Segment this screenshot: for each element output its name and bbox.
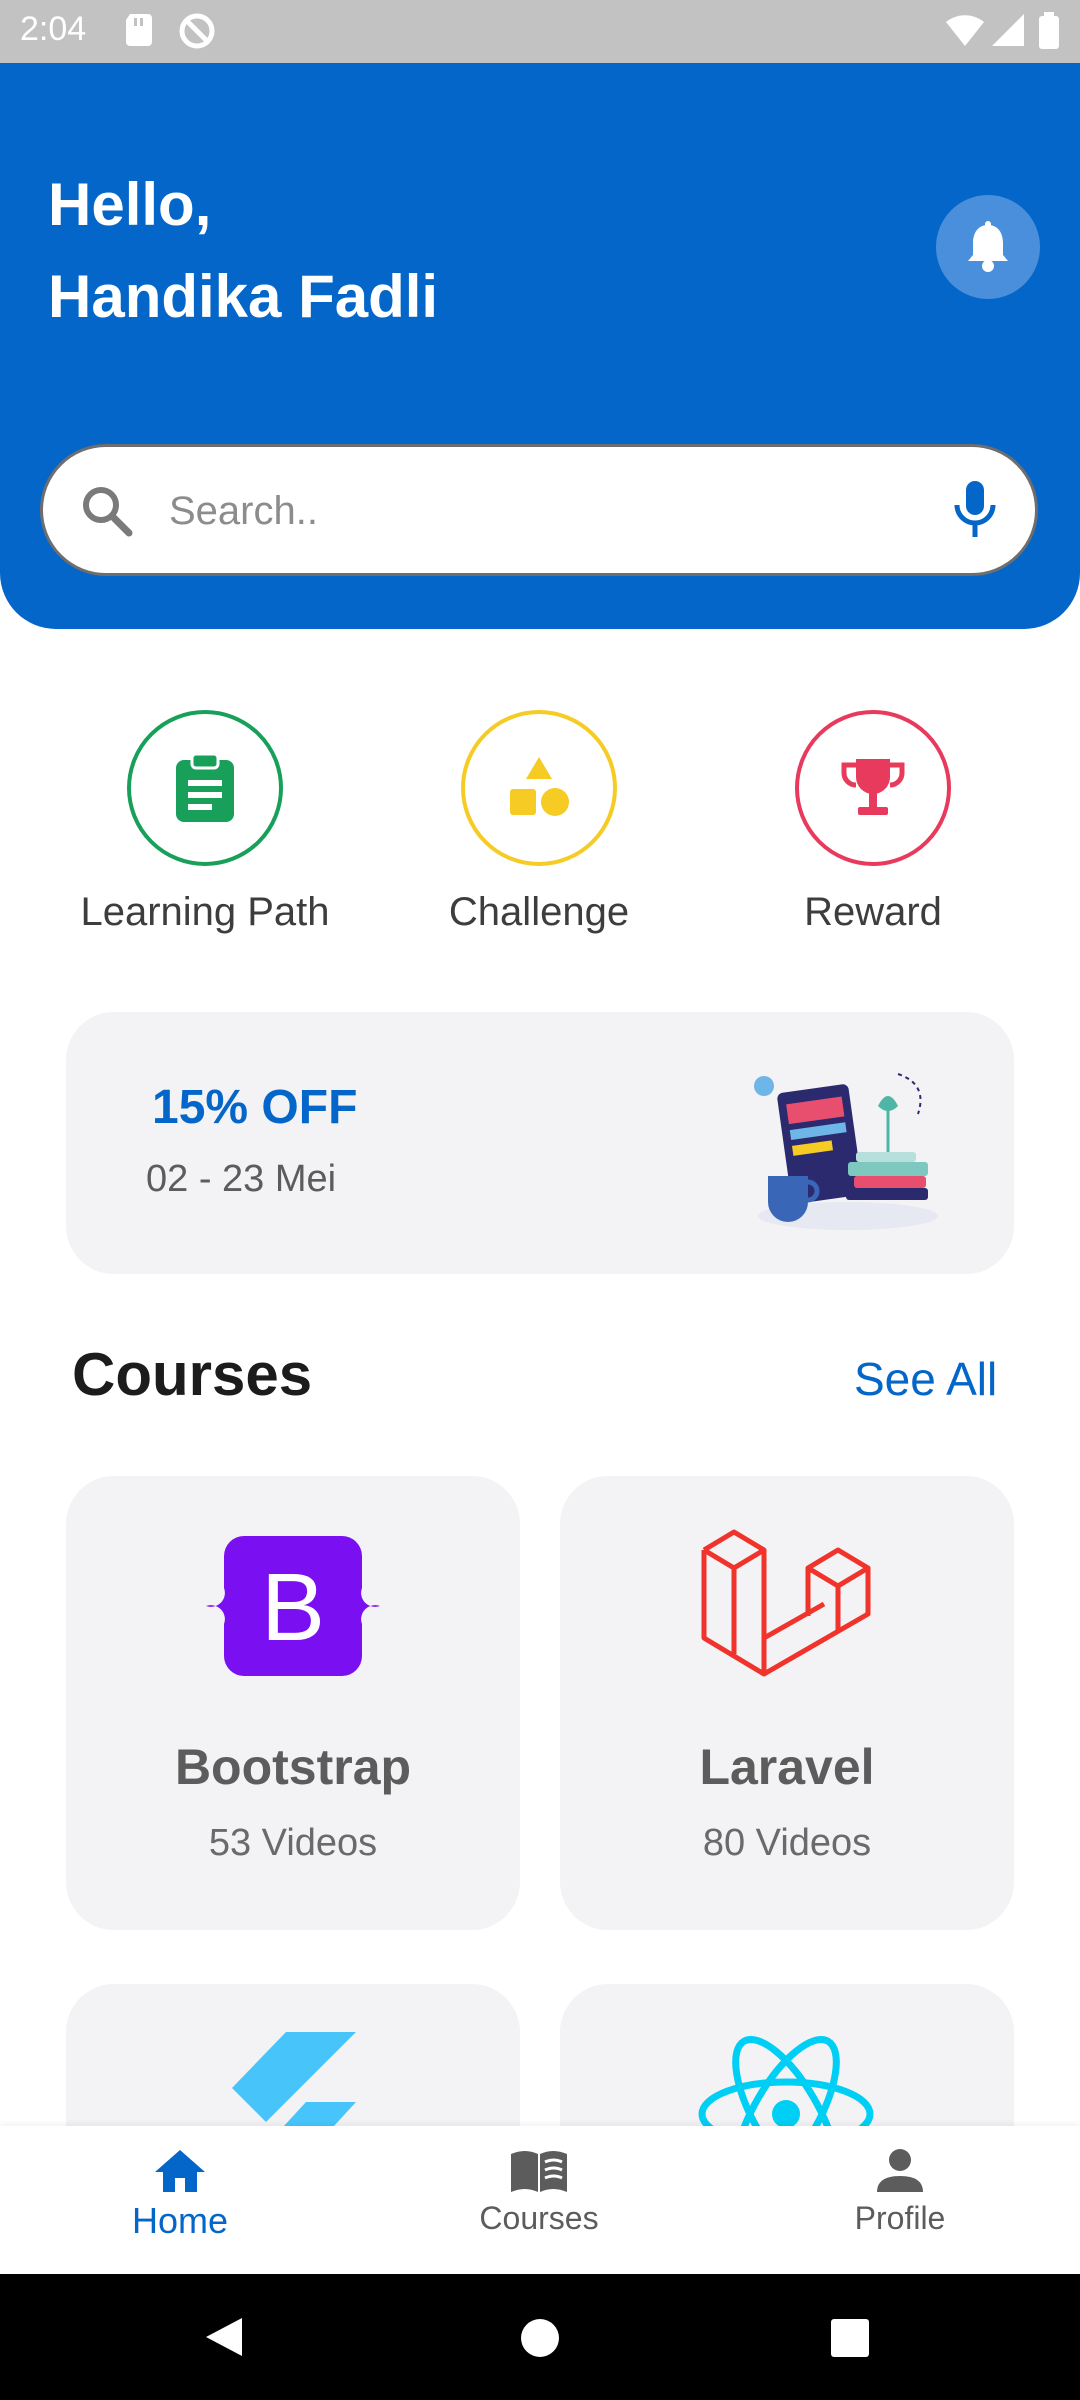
- course-card-bootstrap[interactable]: B Bootstrap 53 Videos: [66, 1476, 520, 1930]
- nav-home[interactable]: Home: [70, 2148, 290, 2268]
- recents-icon[interactable]: [830, 2318, 870, 2358]
- learning-path-button[interactable]: [127, 710, 283, 866]
- user-name: Handika Fadli: [48, 263, 439, 330]
- search-bar[interactable]: [40, 444, 1038, 576]
- flutter-logo-icon: [232, 2032, 356, 2126]
- course-video-count: 53 Videos: [208, 1822, 378, 1864]
- nav-courses-label: Courses: [479, 2200, 599, 2236]
- status-time: 2:04: [20, 10, 87, 48]
- promo-date: 02 - 23 Mei: [146, 1158, 337, 1200]
- search-icon: [83, 487, 133, 537]
- signal-icon: [992, 14, 1024, 46]
- course-card-flutter[interactable]: [66, 1984, 520, 2126]
- bell-icon: [968, 221, 1008, 272]
- home-circle-icon[interactable]: [520, 2318, 560, 2358]
- nav-profile[interactable]: Profile: [790, 2148, 1010, 2268]
- nav-profile-label: Profile: [854, 2200, 946, 2236]
- greeting-line1: Hello,: [48, 171, 212, 238]
- course-video-count: 80 Videos: [702, 1822, 872, 1864]
- nav-home-label: Home: [131, 2200, 229, 2241]
- learning-path-label: Learning Path: [80, 890, 330, 934]
- microphone-icon[interactable]: [951, 479, 999, 541]
- laravel-logo-icon: [701, 1529, 871, 1677]
- clipboard-icon: [176, 752, 234, 822]
- search-input[interactable]: [167, 477, 951, 545]
- person-icon: [877, 2149, 923, 2192]
- react-logo-icon: [698, 2036, 874, 2126]
- wifi-icon: [946, 15, 984, 47]
- status-bar: 2:04: [0, 0, 1080, 63]
- challenge-label: Challenge: [448, 890, 630, 934]
- nav-courses[interactable]: Courses: [429, 2148, 649, 2268]
- shapes-icon: [510, 757, 569, 816]
- reward-button[interactable]: [795, 710, 951, 866]
- system-navigation-bar: [0, 2274, 1080, 2400]
- reward-label: Reward: [804, 890, 942, 934]
- promo-title: 15% OFF: [152, 1081, 358, 1134]
- data-saver-icon: [179, 13, 215, 49]
- home-icon: [155, 2150, 205, 2192]
- challenge-button[interactable]: [461, 710, 617, 866]
- sd-card-icon: [126, 14, 152, 46]
- notification-button[interactable]: [936, 195, 1040, 299]
- see-all-link[interactable]: See All: [854, 1352, 997, 1406]
- svg-text:B: B: [261, 1554, 325, 1661]
- book-icon: [511, 2151, 567, 2192]
- course-card-react[interactable]: [560, 1984, 1014, 2126]
- course-title: Laravel: [699, 1739, 875, 1795]
- bootstrap-logo-icon: B: [206, 1536, 380, 1676]
- trophy-icon: [841, 759, 905, 815]
- course-title: Bootstrap: [174, 1739, 412, 1795]
- course-card-laravel[interactable]: Laravel 80 Videos: [560, 1476, 1014, 1930]
- promo-illustration: [754, 1073, 938, 1230]
- courses-section-title: Courses: [72, 1341, 313, 1408]
- back-icon[interactable]: [204, 2316, 244, 2358]
- battery-icon: [1039, 12, 1059, 49]
